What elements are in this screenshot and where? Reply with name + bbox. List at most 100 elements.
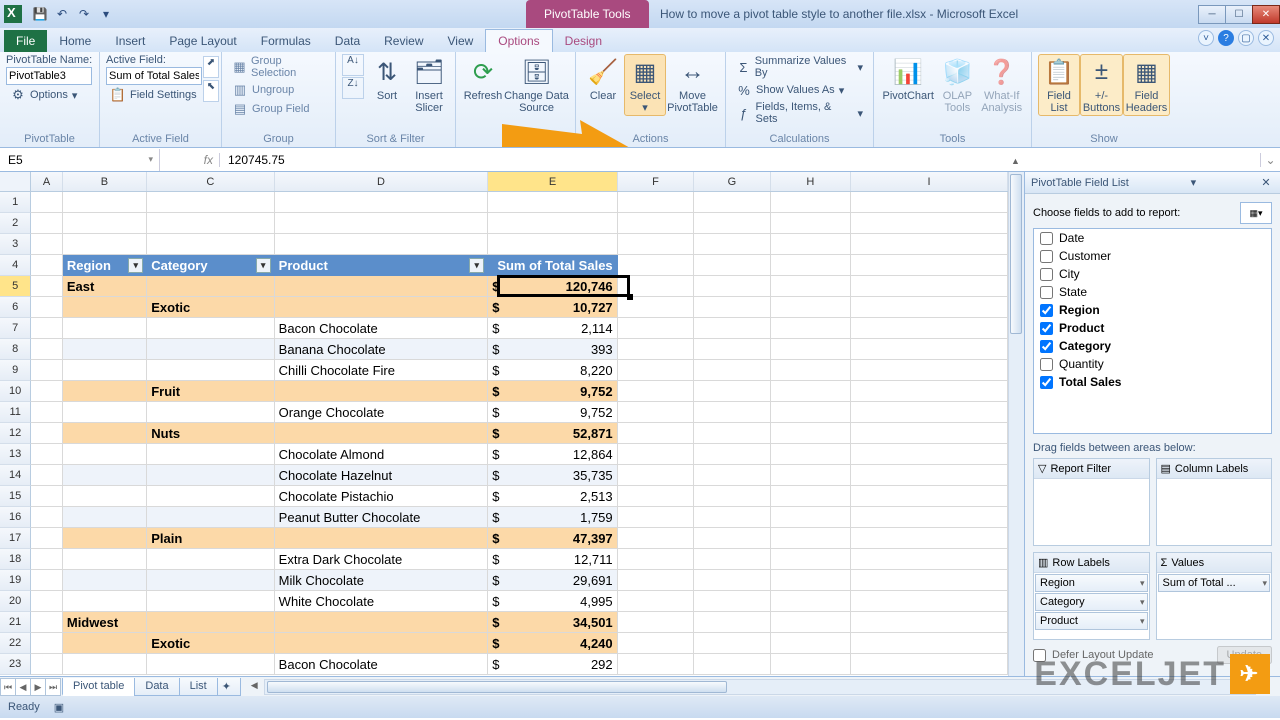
field-label[interactable]: Category bbox=[1059, 339, 1111, 353]
new-sheet-icon[interactable]: ✦ bbox=[217, 678, 241, 696]
field-checkbox[interactable] bbox=[1040, 376, 1053, 389]
field-checkbox[interactable] bbox=[1040, 250, 1053, 263]
help-icon[interactable]: ? bbox=[1218, 30, 1234, 46]
field-checkbox[interactable] bbox=[1040, 304, 1053, 317]
undo-icon[interactable]: ↶ bbox=[52, 4, 72, 24]
sheet-tab-list[interactable]: List bbox=[179, 678, 218, 696]
plus-minus-buttons-toggle[interactable]: ±+/- Buttons bbox=[1080, 54, 1123, 116]
area-item[interactable]: Region▾ bbox=[1035, 574, 1148, 592]
sheet-tab-pivot[interactable]: Pivot table bbox=[62, 678, 135, 696]
minimize-ribbon-icon[interactable]: ˅ bbox=[1198, 30, 1214, 46]
report-filter-area[interactable]: ▽Report Filter bbox=[1033, 458, 1150, 546]
prev-sheet-icon[interactable]: ◀ bbox=[15, 678, 31, 696]
field-label[interactable]: State bbox=[1059, 285, 1087, 299]
tab-review[interactable]: Review bbox=[372, 30, 435, 52]
col-header-a[interactable]: A bbox=[31, 172, 62, 191]
tab-options[interactable]: Options bbox=[485, 29, 552, 52]
row-labels-area[interactable]: ▥Row Labels Region▾Category▾Product▾ bbox=[1033, 552, 1150, 640]
field-checkbox[interactable] bbox=[1040, 322, 1053, 335]
field-list-close-icon[interactable]: ✕ bbox=[1258, 176, 1274, 189]
group-selection-button[interactable]: ▦Group Selection bbox=[228, 54, 329, 80]
field-checkbox[interactable] bbox=[1040, 358, 1053, 371]
pivotchart-button[interactable]: 📊PivotChart bbox=[880, 54, 936, 116]
restore-window-icon[interactable]: ▢ bbox=[1238, 30, 1254, 46]
options-button[interactable]: ⚙Options ▾ bbox=[6, 86, 93, 104]
area-item[interactable]: Product▾ bbox=[1035, 612, 1148, 630]
field-list-toggle[interactable]: 📋Field List bbox=[1038, 54, 1080, 116]
macro-record-icon[interactable]: ▣ bbox=[54, 701, 64, 714]
tab-view[interactable]: View bbox=[436, 30, 486, 52]
sheet-tab-data[interactable]: Data bbox=[134, 678, 179, 696]
expand-formula-bar-icon[interactable]: ⌄ bbox=[1260, 153, 1280, 167]
move-pivottable-button[interactable]: ↔Move PivotTable bbox=[666, 54, 719, 116]
save-icon[interactable]: 💾 bbox=[30, 4, 50, 24]
field-headers-toggle[interactable]: ▦Field Headers bbox=[1123, 54, 1170, 116]
change-data-source-button[interactable]: 🗄Change Data Source bbox=[504, 54, 569, 116]
ungroup-button[interactable]: ▥Ungroup bbox=[228, 81, 329, 99]
clear-button[interactable]: 🧹Clear bbox=[582, 54, 624, 116]
field-label[interactable]: Quantity bbox=[1059, 357, 1104, 371]
product-filter-icon[interactable]: ▾ bbox=[469, 258, 484, 273]
field-checkbox[interactable] bbox=[1040, 340, 1053, 353]
show-values-as-button[interactable]: %Show Values As ▾ bbox=[732, 81, 867, 99]
category-filter-icon[interactable]: ▾ bbox=[256, 258, 271, 273]
field-checkbox[interactable] bbox=[1040, 286, 1053, 299]
vertical-scrollbar[interactable] bbox=[1008, 172, 1024, 676]
field-label[interactable]: Customer bbox=[1059, 249, 1111, 263]
area-item[interactable]: Sum of Total ...▾ bbox=[1158, 574, 1271, 592]
tab-file[interactable]: File bbox=[4, 30, 47, 52]
field-label[interactable]: Total Sales bbox=[1059, 375, 1121, 389]
field-settings-button[interactable]: 📋Field Settings bbox=[106, 86, 215, 104]
col-header-f[interactable]: F bbox=[618, 172, 694, 191]
close-workbook-icon[interactable]: ✕ bbox=[1258, 30, 1274, 46]
field-label[interactable]: Region bbox=[1059, 303, 1100, 317]
region-filter-icon[interactable]: ▾ bbox=[128, 258, 143, 273]
col-header-h[interactable]: H bbox=[771, 172, 851, 191]
select-all-corner[interactable] bbox=[0, 172, 31, 191]
name-box[interactable]: E5 bbox=[0, 149, 160, 171]
layout-options-button[interactable]: ▦▾ bbox=[1240, 202, 1272, 224]
field-checkbox[interactable] bbox=[1040, 268, 1053, 281]
refresh-button[interactable]: ⟳Refresh bbox=[462, 54, 504, 116]
pivottable-name-input[interactable] bbox=[6, 67, 92, 85]
sort-desc-icon[interactable]: Z↓ bbox=[342, 77, 364, 99]
fx-icon[interactable]: fx bbox=[204, 153, 213, 167]
area-item[interactable]: Category▾ bbox=[1035, 593, 1148, 611]
tab-data[interactable]: Data bbox=[323, 30, 372, 52]
tab-design[interactable]: Design bbox=[553, 30, 614, 52]
close-button[interactable]: ✕ bbox=[1252, 5, 1280, 24]
field-checkbox[interactable] bbox=[1040, 232, 1053, 245]
tab-home[interactable]: Home bbox=[47, 30, 103, 52]
values-area[interactable]: ΣValues Sum of Total ...▾ bbox=[1156, 552, 1273, 640]
col-header-d[interactable]: D bbox=[275, 172, 489, 191]
col-header-i[interactable]: I bbox=[851, 172, 1008, 191]
maximize-button[interactable]: ☐ bbox=[1225, 5, 1253, 24]
field-list[interactable]: Date Customer City State Region Product Catego… bbox=[1033, 228, 1272, 434]
qat-customize-icon[interactable]: ▾ bbox=[96, 4, 116, 24]
first-sheet-icon[interactable]: ⏮ bbox=[0, 678, 16, 696]
redo-icon[interactable]: ↷ bbox=[74, 4, 94, 24]
group-field-button[interactable]: ▤Group Field bbox=[228, 100, 329, 118]
field-label[interactable]: Date bbox=[1059, 231, 1084, 245]
col-header-c[interactable]: C bbox=[147, 172, 274, 191]
worksheet-grid[interactable]: A B C D E F G H I 1234Region▾Category▾Pr… bbox=[0, 172, 1008, 676]
olap-tools-button[interactable]: 🧊OLAP Tools bbox=[936, 54, 978, 116]
last-sheet-icon[interactable]: ⏭ bbox=[45, 678, 61, 696]
sort-asc-icon[interactable]: A↓ bbox=[342, 54, 364, 76]
col-header-b[interactable]: B bbox=[63, 172, 147, 191]
tab-formulas[interactable]: Formulas bbox=[249, 30, 323, 52]
next-sheet-icon[interactable]: ▶ bbox=[30, 678, 46, 696]
active-field-input[interactable] bbox=[106, 67, 202, 85]
fill-handle[interactable] bbox=[627, 294, 633, 300]
tab-page-layout[interactable]: Page Layout bbox=[157, 30, 248, 52]
what-if-button[interactable]: ❓What-If Analysis bbox=[978, 54, 1025, 116]
sort-button[interactable]: ⇅Sort bbox=[366, 54, 408, 116]
col-header-e[interactable]: E bbox=[488, 172, 617, 191]
collapse-field-icon[interactable]: ⬉ bbox=[203, 80, 219, 102]
minimize-button[interactable]: ─ bbox=[1198, 5, 1226, 24]
field-label[interactable]: Product bbox=[1059, 321, 1104, 335]
summarize-values-button[interactable]: ΣSummarize Values By ▾ bbox=[732, 54, 867, 80]
fields-items-sets-button[interactable]: ƒFields, Items, & Sets ▾ bbox=[732, 100, 867, 126]
tab-insert[interactable]: Insert bbox=[103, 30, 157, 52]
field-label[interactable]: City bbox=[1059, 267, 1080, 281]
